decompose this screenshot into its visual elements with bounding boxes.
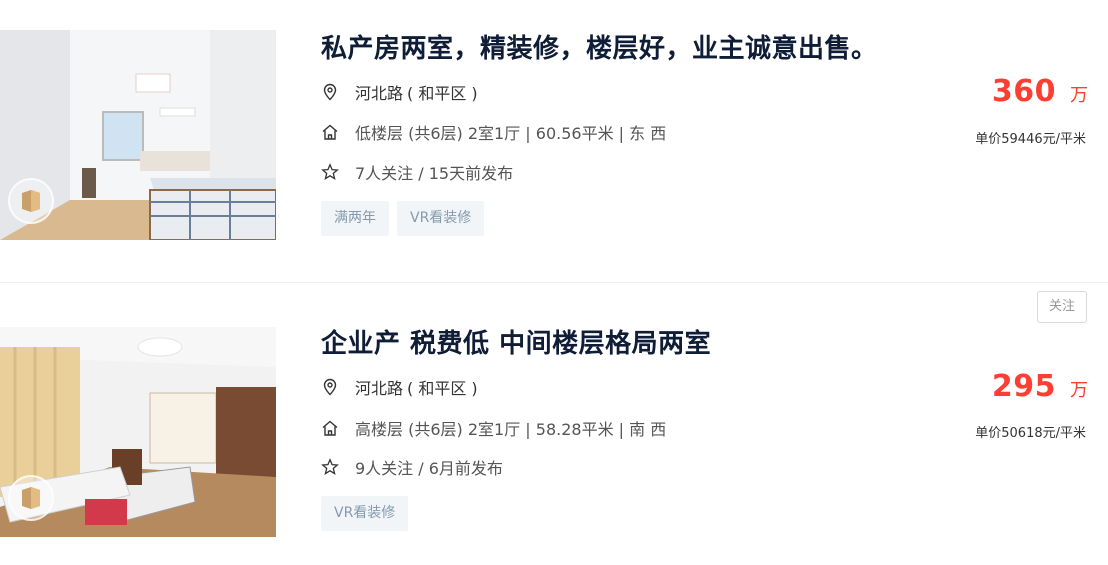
price-value: 295 (991, 369, 1056, 404)
star-icon (321, 458, 339, 476)
listing-card[interactable]: 私产房两室，精装修，楼层好，业主诚意出售。 河北路 ( 和平区 ) 低楼层 (共… (0, 0, 1108, 282)
listing-title[interactable]: 企业产 税费低 中间楼层格局两室 (321, 323, 711, 360)
price-value: 360 (991, 74, 1056, 109)
follow-info-row: 9人关注 / 6月前发布 (321, 455, 503, 479)
vr-icon[interactable] (8, 475, 54, 521)
follow-button[interactable]: 关注 (1037, 291, 1087, 323)
price-unit: 万 (1070, 85, 1088, 106)
tag-vr-decoration[interactable]: VR看装修 (397, 201, 485, 236)
tag-list: 满两年 VR看装修 (321, 201, 485, 236)
follow-info-text: 9人关注 / 6月前发布 (355, 459, 503, 478)
listing-title[interactable]: 私产房两室，精装修，楼层好，业主诚意出售。 (321, 28, 878, 65)
house-info-row: 高楼层 (共6层) 2室1厅 | 58.28平米 | 南 西 (321, 416, 666, 440)
address-row: 河北路 ( 和平区 ) (321, 375, 478, 399)
tag-vr-decoration[interactable]: VR看装修 (321, 496, 409, 531)
address-row: 河北路 ( 和平区 ) (321, 80, 478, 104)
address-district: ( 和平区 ) (407, 84, 478, 103)
total-price: 360 万 (888, 74, 1088, 109)
house-info-row: 低楼层 (共6层) 2室1厅 | 60.56平米 | 东 西 (321, 120, 666, 144)
house-info-text: 高楼层 (共6层) 2室1厅 | 58.28平米 | 南 西 (355, 420, 667, 439)
total-price: 295 万 (888, 369, 1088, 404)
unit-price: 单价50618元/平米 (975, 426, 1086, 441)
location-pin-icon (321, 83, 339, 101)
house-info-text: 低楼层 (共6层) 2室1厅 | 60.56平米 | 东 西 (355, 124, 667, 143)
address-street-link[interactable]: 河北路 (355, 80, 403, 104)
house-icon (321, 123, 339, 141)
price-unit: 万 (1070, 380, 1088, 401)
unit-price: 单价59446元/平米 (975, 132, 1086, 147)
house-icon (321, 419, 339, 437)
location-pin-icon (321, 378, 339, 396)
tag-two-years: 满两年 (321, 201, 389, 236)
listing-photo[interactable] (0, 30, 276, 240)
address-district: ( 和平区 ) (407, 379, 478, 398)
follow-info-text: 7人关注 / 15天前发布 (355, 164, 514, 183)
listing-card[interactable]: 关注 企业产 税费低 中间楼层格局两室 河北路 ( 和平区 ) 高楼层 (共6层… (0, 282, 1108, 565)
star-icon (321, 163, 339, 181)
vr-icon[interactable] (8, 178, 54, 224)
follow-info-row: 7人关注 / 15天前发布 (321, 160, 513, 184)
listing-photo[interactable] (0, 327, 276, 537)
address-street-link[interactable]: 河北路 (355, 375, 403, 399)
tag-list: VR看装修 (321, 496, 409, 531)
